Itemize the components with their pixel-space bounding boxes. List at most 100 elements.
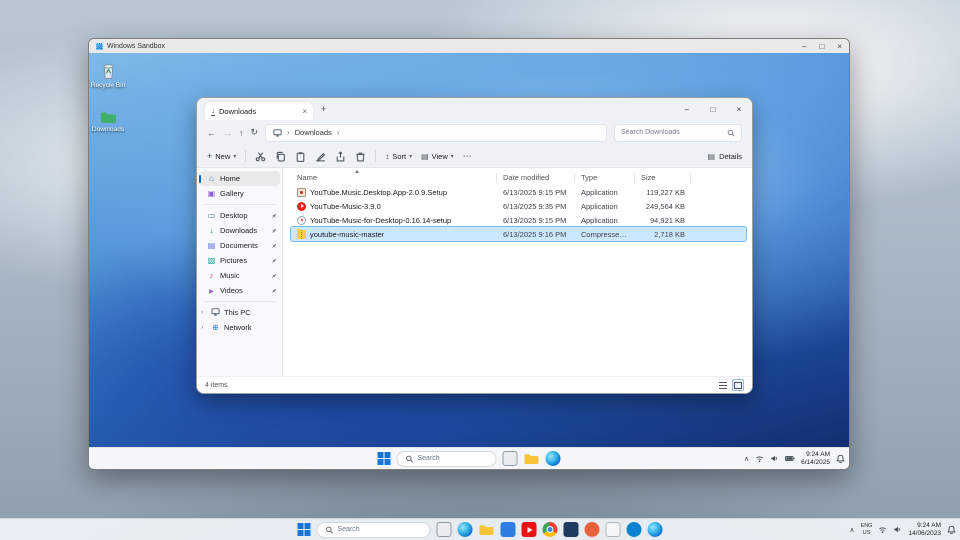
refresh-button[interactable] [251,127,259,138]
sidebar-item-gallery[interactable]: Gallery [199,186,280,201]
cut-icon[interactable] [255,151,266,162]
taskbar-app-icon[interactable] [648,522,663,537]
sidebar-item-documents[interactable]: Documents [199,238,280,253]
task-view-icon[interactable] [503,451,518,466]
column-header-size[interactable]: Size [635,173,691,183]
battery-icon[interactable] [785,455,795,462]
sidebar-item-network[interactable]: Network [199,320,280,335]
new-tab-button[interactable] [321,98,326,120]
file-explorer-icon[interactable] [524,453,540,465]
edge-icon[interactable] [546,451,561,466]
sort-ascending-indicator [355,170,359,173]
back-button[interactable] [207,128,216,138]
file-row[interactable]: YouTube-Music-3.9.0 6/13/2025 9:35 PM Ap… [291,199,746,213]
expand-chevron-icon[interactable] [201,309,207,316]
sidebar-item-pictures[interactable]: Pictures [199,253,280,268]
notifications-bell-icon[interactable] [947,525,956,534]
file-explorer-icon[interactable] [479,524,495,536]
youtube-icon[interactable] [522,522,537,537]
desktop-icon-label: Recycle Bin [91,82,125,89]
taskbar-app-icon[interactable] [585,522,600,537]
column-header-date-modified[interactable]: Date modified [497,173,575,183]
explorer-close-button[interactable] [726,98,752,120]
file-row-selected[interactable]: youtube-music-master 6/13/2025 9:16 PM C… [291,227,746,241]
music-icon [207,272,216,280]
volume-icon[interactable] [770,454,779,463]
copy-icon[interactable] [275,151,286,162]
sidebar-item-music[interactable]: Music [199,268,280,283]
see-more-button[interactable] [463,151,472,162]
sandbox-minimize-button[interactable] [802,42,806,51]
column-header-name[interactable]: Name [291,173,497,183]
task-view-icon[interactable] [437,522,452,537]
explorer-navigation-bar: Downloads [197,120,752,145]
language-indicator[interactable]: ENG US [861,523,873,536]
sidebar-item-this-pc[interactable]: This PC [199,305,280,320]
sidebar-item-home[interactable]: Home [199,171,280,186]
delete-icon[interactable] [355,151,366,162]
sort-label: Sort [392,152,406,161]
start-button[interactable] [298,523,311,536]
breadcrumb-chevron-icon[interactable] [337,128,340,137]
sidebar-item-downloads[interactable]: Downloads [199,223,280,238]
desktop-icon-recycle-bin[interactable]: Recycle Bin [89,61,130,89]
sandbox-close-button[interactable] [837,42,842,51]
taskbar-search-input[interactable] [338,526,422,533]
tab-close-icon[interactable] [302,107,307,116]
column-header-type[interactable]: Type [575,173,635,183]
expand-chevron-icon[interactable] [201,324,207,331]
sort-button[interactable]: Sort [385,152,412,161]
sandbox-maximize-button[interactable] [819,42,824,51]
taskbar-app-icon[interactable] [627,522,642,537]
sandbox-clock[interactable]: 9:24 AM 6/14/2025 [801,451,830,467]
taskbar-search[interactable] [317,522,431,538]
tab-downloads[interactable]: Downloads [205,102,313,120]
volume-icon[interactable] [893,525,902,534]
view-button[interactable]: View [421,152,454,161]
file-row[interactable]: YouTube.Music.Desktop.App-2.0.9.Setup 6/… [291,185,746,199]
paste-icon[interactable] [295,151,306,162]
sandbox-titlebar[interactable]: Windows Sandbox [89,39,849,53]
edge-icon[interactable] [458,522,473,537]
sidebar-item-videos[interactable]: Videos [199,283,280,298]
tray-chevron-icon[interactable] [744,455,749,463]
host-clock[interactable]: 9:24 AM 14/06/2023 [908,522,941,538]
view-label: View [432,152,448,161]
wifi-icon[interactable] [878,525,887,534]
explorer-search-input[interactable] [621,129,723,136]
sandbox-search-input[interactable] [418,455,488,462]
file-explorer-window: Downloads [196,97,753,394]
explorer-search-box[interactable] [614,124,742,142]
explorer-maximize-button[interactable] [700,98,726,120]
sandbox-taskbar-search[interactable] [397,451,497,467]
chrome-icon[interactable] [543,522,558,537]
address-bar[interactable]: Downloads [265,124,607,142]
documents-icon [207,242,216,250]
taskbar-app-icon[interactable] [606,522,621,537]
large-icons-view-toggle[interactable] [732,379,744,391]
taskbar-app-icon[interactable] [501,522,516,537]
sidebar-item-desktop[interactable]: Desktop [199,208,280,223]
sandbox-taskbar: 9:24 AM 6/14/2025 [89,447,849,469]
notifications-bell-icon[interactable] [836,454,845,463]
tray-chevron-icon[interactable] [849,526,854,534]
file-row[interactable]: YouTube-Music-for-Desktop-0.16.14-setup … [291,213,746,227]
desktop-icon-downloads[interactable]: Downloads [89,111,130,133]
forward-button[interactable] [223,128,232,138]
host-desktop: Windows Sandbox Recycle Bin Downloads [0,0,960,540]
details-view-toggle[interactable] [717,379,729,391]
taskbar-app-icon[interactable] [564,522,579,537]
installer-file-icon [297,188,306,197]
rename-icon[interactable] [315,151,326,162]
sandbox-start-button[interactable] [378,452,391,465]
chevron-down-icon [409,153,412,160]
new-button[interactable]: New [207,151,236,161]
details-pane-button[interactable]: Details [708,152,743,161]
network-icon[interactable] [755,454,764,463]
search-icon [406,455,414,463]
share-icon[interactable] [335,151,346,162]
breadcrumb[interactable]: Downloads [295,128,332,137]
up-button[interactable] [239,128,244,138]
windows-logo-icon [298,523,311,536]
explorer-minimize-button[interactable] [674,98,700,120]
